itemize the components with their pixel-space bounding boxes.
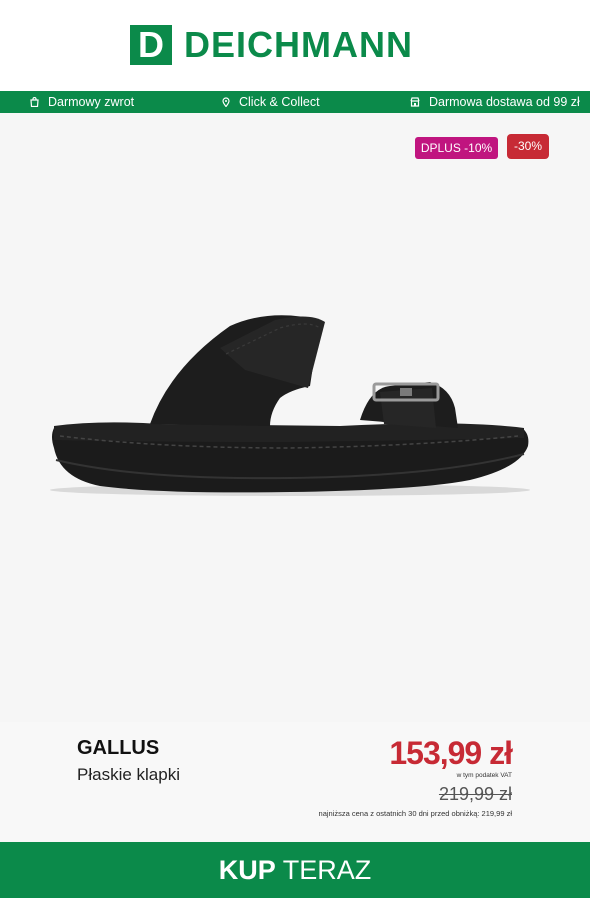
logo-mark-letter: D — [138, 24, 164, 65]
logo-wordmark: DEICHMANN — [184, 24, 413, 65]
benefit-click-collect[interactable]: Click & Collect — [222, 91, 320, 113]
benefit-label: Darmowa dostawa od 99 zł — [429, 95, 580, 109]
product-name[interactable]: Płaskie klapki — [77, 765, 180, 785]
vat-note: w tym podatek VAT — [456, 772, 512, 779]
buy-now-strong: KUP — [218, 855, 276, 885]
product-info: GALLUS Płaskie klapki 153,99 zł w tym po… — [0, 722, 590, 842]
header: D DEICHMANN — [0, 0, 590, 91]
current-price: 153,99 zł — [389, 735, 513, 771]
product-hero[interactable]: DPLUS -10% -30% — [0, 113, 590, 722]
benefit-free-delivery[interactable]: Darmowa dostawa od 99 zł — [410, 91, 580, 113]
benefit-free-return[interactable]: Darmowy zwrot — [30, 91, 134, 113]
buy-now-rest: TERAZ — [275, 855, 372, 885]
lowest-price-note: najniższa cena z ostatnich 30 dni przed … — [318, 809, 512, 818]
sandal-product-image — [50, 315, 530, 496]
old-price: 219,99 zł — [438, 784, 512, 804]
bag-icon — [30, 97, 39, 107]
dplus-badge: DPLUS -10% — [415, 137, 498, 159]
deichmann-logo[interactable]: D DEICHMANN — [130, 25, 413, 65]
benefit-label: Darmowy zwrot — [48, 95, 135, 109]
discount-badge: -30% — [507, 134, 549, 159]
buy-now-button[interactable]: KUP TERAZ — [0, 842, 590, 898]
logo-mark: D — [130, 25, 172, 65]
product-brand[interactable]: GALLUS — [77, 737, 159, 760]
location-pin-icon — [222, 97, 230, 107]
benefits-bar: Darmowy zwrot Click & Collect Darmowa do… — [0, 91, 590, 113]
store-icon — [410, 97, 420, 107]
benefit-label: Click & Collect — [239, 95, 320, 109]
